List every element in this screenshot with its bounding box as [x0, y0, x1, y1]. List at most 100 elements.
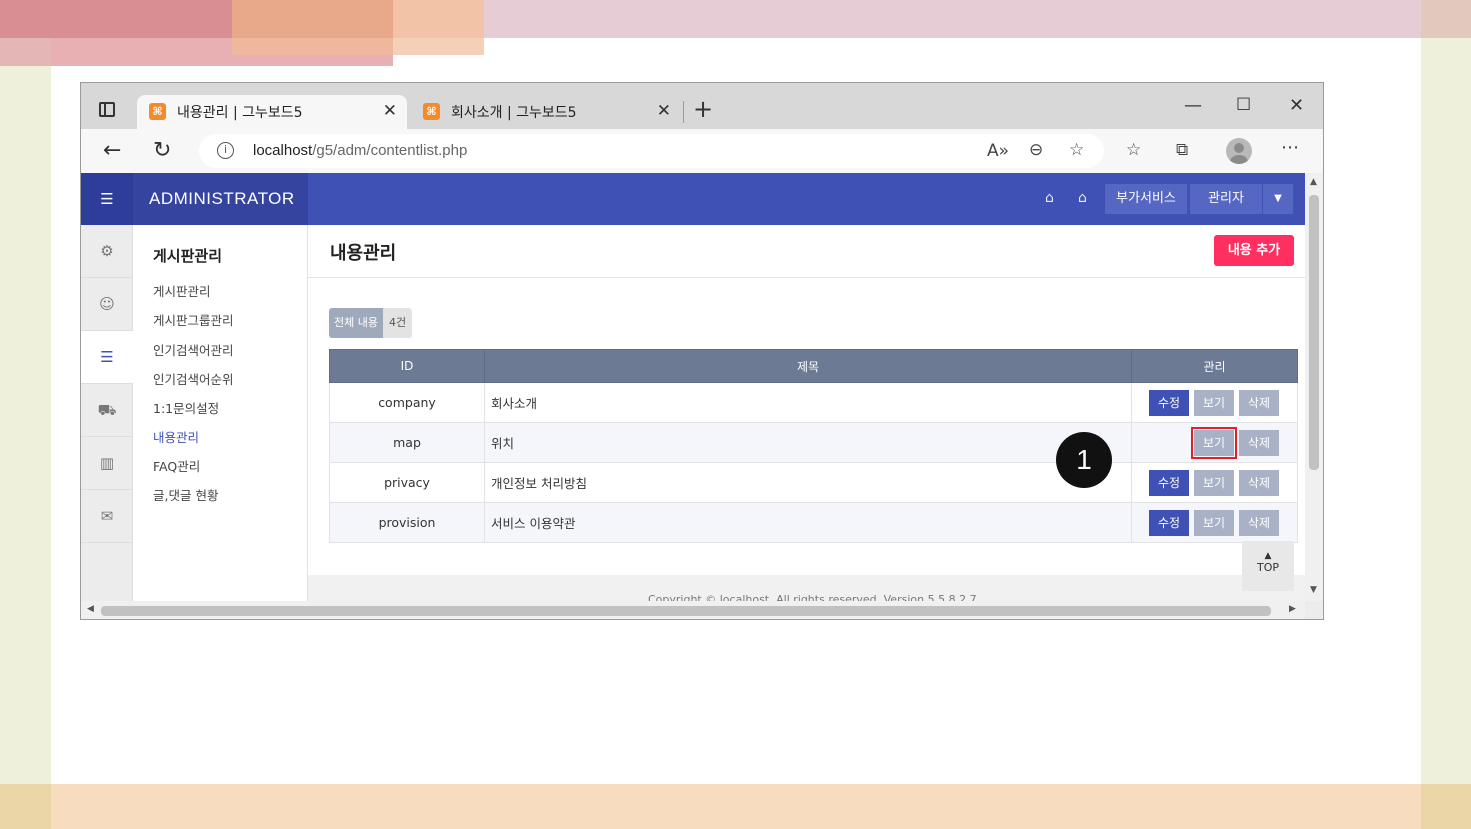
delete-button[interactable]: 삭제	[1238, 389, 1279, 416]
close-window-icon[interactable]: ✕	[1289, 95, 1304, 116]
sidebar-item-board[interactable]: 게시판관리	[153, 281, 211, 300]
refresh-icon[interactable]: ↻	[153, 138, 171, 163]
address-bar[interactable]: i localhost/g5/adm/contentlist.php A» ⊖ …	[199, 134, 1104, 168]
slide-deco	[1421, 0, 1471, 38]
tab-actions-icon[interactable]	[99, 102, 115, 117]
view-button[interactable]: 보기	[1193, 509, 1234, 536]
zoom-out-icon[interactable]: ⊖	[1029, 140, 1043, 160]
main-content: 내용관리 내용 추가 전체 내용 4건 ID 제목 관리 company 회사소…	[308, 225, 1305, 601]
sidebar-item-post-status[interactable]: 글,댓글 현황	[153, 485, 218, 504]
slide-deco	[0, 784, 51, 829]
tab-content-manage[interactable]: ⌘ 내용관리 | 그누보드5 ✕	[137, 95, 407, 129]
edit-button[interactable]: 수정	[1149, 389, 1189, 416]
page-title: 내용관리	[330, 243, 397, 264]
url-text[interactable]: localhost/g5/adm/contentlist.php	[253, 142, 467, 159]
row-actions: 보기 삭제	[1131, 422, 1298, 463]
address-toolbar: ← ↻ i localhost/g5/adm/contentlist.php A…	[81, 129, 1323, 173]
delete-button[interactable]: 삭제	[1238, 469, 1279, 496]
delete-button[interactable]: 삭제	[1238, 429, 1279, 456]
category-rail: ⚙ ☺ ☰ ⛟ ▥ ✉	[81, 225, 133, 601]
admin-header: ☰ ADMINISTRATOR ⌂ ⌂ 부가서비스 관리자 ▼	[81, 173, 1305, 225]
stats-icon[interactable]: ▥	[81, 437, 133, 490]
scroll-top-button[interactable]: ▲ TOP	[1242, 541, 1294, 591]
delete-button[interactable]: 삭제	[1238, 509, 1279, 536]
scrollbar-thumb[interactable]	[101, 606, 1271, 616]
list-icon[interactable]: ☰	[81, 331, 133, 384]
edit-button[interactable]: 수정	[1149, 469, 1189, 496]
sub-navigation: 게시판관리 게시판관리 게시판그룹관리 인기검색어관리 인기검색어순위 1:1문…	[133, 225, 308, 601]
scroll-down-icon[interactable]: ▼	[1310, 585, 1317, 595]
page-viewport: ☰ ADMINISTRATOR ⌂ ⌂ 부가서비스 관리자 ▼ ⚙ ☺ ☰ ⛟ …	[81, 173, 1305, 601]
sidebar-item-popular-keywords[interactable]: 인기검색어관리	[153, 340, 234, 359]
row-id: company	[329, 382, 485, 423]
shop-icon[interactable]: ⌂	[1045, 190, 1054, 206]
close-tab-icon[interactable]: ✕	[383, 101, 397, 121]
vertical-scrollbar[interactable]: ▲ ▼	[1305, 173, 1323, 601]
member-icon[interactable]: ☺	[81, 278, 133, 331]
edit-button[interactable]: 수정	[1149, 509, 1189, 536]
row-id: privacy	[329, 462, 485, 503]
sidebar-item-board-group[interactable]: 게시판그룹관리	[153, 310, 234, 329]
sidebar-item-qa-settings[interactable]: 1:1문의설정	[153, 398, 219, 417]
service-button[interactable]: 부가서비스	[1105, 184, 1187, 214]
slide-deco	[232, 38, 393, 55]
menu-toggle-icon[interactable]: ☰	[81, 173, 133, 225]
row-id: map	[329, 422, 485, 463]
favorites-icon[interactable]: ☆	[1126, 140, 1141, 160]
add-favorite-icon[interactable]: ☆	[1069, 140, 1084, 160]
read-aloud-icon[interactable]: A»	[987, 141, 1009, 161]
close-tab-icon[interactable]: ✕	[657, 101, 671, 121]
profile-avatar[interactable]	[1226, 138, 1252, 164]
view-button-highlighted[interactable]: 보기	[1190, 426, 1237, 459]
home-icon[interactable]: ⌂	[1078, 190, 1087, 206]
add-content-button[interactable]: 내용 추가	[1214, 235, 1294, 266]
count-label: 전체 내용	[329, 308, 383, 338]
slide-deco	[51, 38, 232, 66]
top-label: TOP	[1256, 561, 1279, 574]
back-icon[interactable]: ←	[103, 138, 121, 163]
mail-icon[interactable]: ✉	[81, 490, 133, 543]
collections-icon[interactable]: ⧉	[1176, 140, 1188, 160]
slide-deco	[0, 0, 232, 38]
row-title: 회사소개	[484, 382, 1132, 423]
content-table: ID 제목 관리 company 회사소개 수정 보기 삭제 map 위치 보기…	[329, 349, 1298, 543]
table-row: map 위치 보기 삭제	[329, 422, 1298, 463]
slide-deco	[232, 55, 393, 66]
copyright-text: Copyright © localhost. All rights reserv…	[648, 593, 977, 601]
horizontal-scrollbar[interactable]: ◀ ▶	[81, 601, 1305, 619]
admin-button[interactable]: 관리자	[1190, 184, 1262, 214]
table-row: company 회사소개 수정 보기 삭제	[329, 382, 1298, 423]
divider	[308, 277, 1305, 278]
minimize-icon[interactable]: —	[1184, 95, 1202, 116]
more-menu-icon[interactable]: ⋯	[1281, 137, 1299, 158]
step-callout-badge: 1	[1056, 432, 1112, 488]
column-header-manage: 관리	[1131, 349, 1298, 383]
admin-brand[interactable]: ADMINISTRATOR	[133, 173, 308, 225]
table-row: privacy 개인정보 처리방침 수정 보기 삭제	[329, 462, 1298, 503]
site-info-icon[interactable]: i	[217, 142, 234, 159]
page-footer: Copyright © localhost. All rights reserv…	[308, 575, 1305, 601]
sidebar-item-faq[interactable]: FAQ관리	[153, 456, 200, 475]
new-tab-icon[interactable]: +	[693, 95, 713, 123]
arrow-up-icon: ▲	[1264, 551, 1272, 561]
sidebar-item-content[interactable]: 내용관리	[153, 427, 199, 446]
gear-icon[interactable]: ⚙	[81, 225, 133, 278]
view-button[interactable]: 보기	[1193, 389, 1234, 416]
scrollbar-thumb[interactable]	[1309, 195, 1319, 470]
chevron-down-icon[interactable]: ▼	[1263, 184, 1293, 214]
maximize-icon[interactable]: ☐	[1236, 95, 1251, 115]
slide-band-right	[1421, 38, 1471, 784]
sidebar-item-keyword-rank[interactable]: 인기검색어순위	[153, 369, 234, 388]
slide-deco	[1421, 784, 1471, 829]
scroll-left-icon[interactable]: ◀	[87, 604, 94, 614]
tab-company[interactable]: ⌘ 회사소개 | 그누보드5 ✕	[411, 95, 681, 129]
row-title: 개인정보 처리방침	[484, 462, 1132, 503]
table-row: provision 서비스 이용약관 수정 보기 삭제	[329, 502, 1298, 543]
tab-divider	[683, 101, 684, 123]
row-actions: 수정 보기 삭제	[1131, 382, 1298, 423]
scroll-up-icon[interactable]: ▲	[1310, 177, 1317, 187]
scroll-right-icon[interactable]: ▶	[1289, 604, 1296, 614]
view-button[interactable]: 보기	[1193, 469, 1234, 496]
total-count-badge: 전체 내용 4건	[329, 308, 413, 338]
cart-icon[interactable]: ⛟	[81, 384, 133, 437]
